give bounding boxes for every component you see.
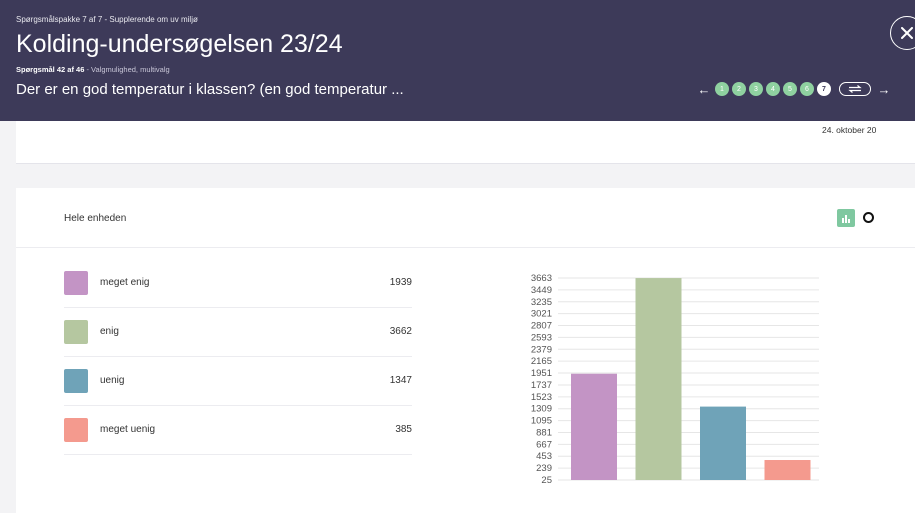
pie-chart-icon[interactable]	[863, 212, 874, 223]
y-tick-label: 2165	[531, 356, 552, 367]
page-dot-2[interactable]: 2	[732, 82, 746, 96]
info-card: 24. oktober 20	[16, 121, 915, 164]
legend-label: enig	[100, 326, 119, 337]
results-legend: meget enig 1939 enig 3662 uenig 1347 meg…	[64, 259, 412, 455]
legend-row-enig: enig 3662	[64, 308, 412, 357]
y-tick-label: 453	[536, 451, 552, 462]
package-label: Spørgsmålspakke 7 af 7 - Supplerende om …	[16, 15, 198, 24]
legend-label: meget enig	[100, 277, 150, 288]
unit-label: Hele enheden	[64, 213, 127, 224]
page-dot-1[interactable]: 1	[715, 82, 729, 96]
bar-meget-uenig[interactable]	[764, 460, 811, 480]
page-dot-6[interactable]: 6	[800, 82, 814, 96]
legend-value: 385	[395, 424, 412, 435]
legend-swatch	[64, 418, 88, 442]
y-tick-label: 3449	[531, 285, 552, 296]
y-tick-label: 239	[536, 463, 552, 474]
y-tick-label: 667	[536, 439, 552, 450]
close-icon	[901, 27, 913, 39]
bar-meget-enig[interactable]	[571, 373, 617, 480]
question-pager: ← 1 2 3 4 5 6 7 →	[697, 80, 891, 98]
legend-label: meget uenig	[100, 424, 156, 435]
survey-title: Kolding-undersøgelsen 23/24	[16, 30, 343, 58]
legend-label: uenig	[100, 375, 125, 386]
y-tick-label: 1309	[531, 404, 552, 415]
y-tick-label: 1095	[531, 416, 552, 427]
question-header: Spørgsmålspakke 7 af 7 - Supplerende om …	[0, 0, 915, 121]
question-type: - Valgmulighed, multivalg	[84, 65, 170, 74]
legend-swatch	[64, 320, 88, 344]
legend-row-uenig: uenig 1347	[64, 357, 412, 406]
legend-value: 1347	[389, 375, 412, 386]
results-card-header: Hele enheden	[16, 188, 915, 248]
y-tick-label: 2807	[531, 321, 552, 332]
survey-date: 24. oktober 20	[822, 125, 877, 135]
y-tick-label: 881	[536, 427, 552, 438]
y-tick-label: 1737	[531, 380, 552, 391]
legend-swatch	[64, 369, 88, 393]
legend-row-meget-uenig: meget uenig 385	[64, 406, 412, 455]
y-tick-label: 1523	[531, 392, 552, 403]
y-tick-label: 3235	[531, 297, 552, 308]
y-tick-label: 1951	[531, 368, 552, 379]
swap-icon	[848, 85, 862, 93]
y-tick-label: 2593	[531, 332, 552, 343]
question-info: Spørgsmål 42 af 46 - Valgmulighed, multi…	[16, 65, 170, 74]
bar-chart-icon	[842, 215, 850, 223]
page-dot-4[interactable]: 4	[766, 82, 780, 96]
y-tick-label: 3663	[531, 273, 552, 284]
swap-toggle-button[interactable]	[839, 82, 871, 96]
page-dot-3[interactable]: 3	[749, 82, 763, 96]
legend-value: 1939	[389, 277, 412, 288]
y-tick-label: 25	[541, 475, 552, 486]
arrow-left-icon[interactable]: ←	[697, 82, 711, 97]
bar-chart-toggle[interactable]	[837, 209, 855, 227]
y-tick-label: 3021	[531, 309, 552, 320]
bar-enig[interactable]	[635, 278, 682, 480]
page-dot-7[interactable]: 7	[817, 82, 831, 96]
y-tick-label: 2379	[531, 344, 552, 355]
page-dot-5[interactable]: 5	[783, 82, 797, 96]
arrow-right-icon[interactable]: →	[877, 82, 891, 97]
legend-row-meget-enig: meget enig 1939	[64, 259, 412, 308]
legend-swatch	[64, 271, 88, 295]
question-number: Spørgsmål 42 af 46	[16, 65, 85, 74]
question-text: Der er en god temperatur i klassen? (en …	[16, 81, 404, 98]
bar-uenig[interactable]	[700, 406, 746, 480]
results-bar-chart: 2523945366788110951309152317371951216523…	[531, 273, 819, 486]
legend-value: 3662	[389, 326, 412, 337]
close-button[interactable]	[890, 16, 915, 50]
